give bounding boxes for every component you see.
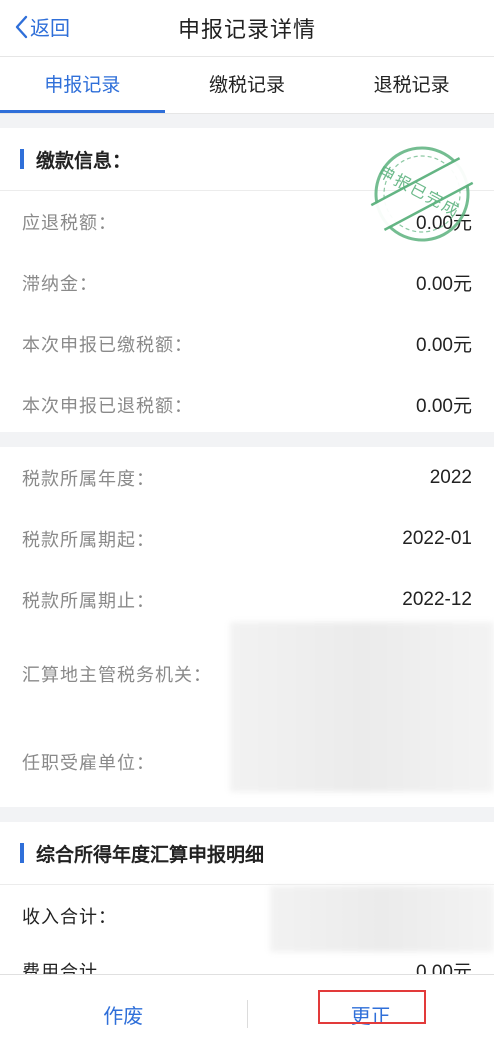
row-label: 汇算地主管税务机关： <box>22 661 212 687</box>
row-label: 滞纳金： <box>22 270 98 296</box>
row-value: 2022 <box>430 467 472 489</box>
row-value: 0.00元 <box>416 269 472 296</box>
correct-button-highlight <box>318 990 426 1024</box>
row-value: 0.00元 <box>416 391 472 418</box>
void-button[interactable]: 作废 <box>0 1000 247 1029</box>
row-label: 税款所属期止： <box>22 587 155 613</box>
row-value: 0.00元 <box>416 957 472 974</box>
page-title: 申报记录详情 <box>0 12 494 44</box>
tab-active-indicator <box>0 110 165 113</box>
row-value: 0.00元 <box>416 330 472 357</box>
row-label: 任职受雇单位： <box>22 749 155 775</box>
tab-label: 退税记录 <box>374 74 450 96</box>
section-accent-bar <box>20 843 24 863</box>
period-end-row: 税款所属期止： 2022-12 <box>0 569 494 630</box>
refunded-tax-row: 本次申报已退税额： 0.00元 <box>0 374 494 435</box>
redacted-area <box>230 622 494 792</box>
row-value: 2022-01 <box>402 528 472 550</box>
row-label: 本次申报已缴税额： <box>22 331 193 357</box>
tab-label: 缴税记录 <box>209 74 285 96</box>
section-title: 缴款信息： <box>36 146 131 173</box>
late-fee-row: 滞纳金： 0.00元 <box>0 252 494 313</box>
top-bar: 返回 申报记录详情 <box>0 0 494 57</box>
tax-year-row: 税款所属年度： 2022 <box>0 447 494 508</box>
row-label: 应退税额： <box>22 209 117 235</box>
section-accent-bar <box>20 149 24 169</box>
row-label: 本次申报已退税额： <box>22 392 193 418</box>
tab-declaration-record[interactable]: 申报记录 <box>0 57 165 113</box>
tab-bar: 申报记录 缴税记录 退税记录 <box>0 57 494 114</box>
row-label: 费用合计 <box>22 958 98 975</box>
row-label: 税款所属年度： <box>22 465 155 491</box>
paid-tax-row: 本次申报已缴税额： 0.00元 <box>0 313 494 374</box>
tab-tax-refund-record[interactable]: 退税记录 <box>329 57 494 113</box>
section-header: 综合所得年度汇算申报明细 <box>0 822 494 885</box>
row-value: 2022-12 <box>402 589 472 611</box>
tab-label: 申报记录 <box>44 74 120 96</box>
row-label: 税款所属期起： <box>22 526 155 552</box>
redacted-area <box>270 886 494 952</box>
tab-tax-payment-record[interactable]: 缴税记录 <box>165 57 330 113</box>
row-label: 收入合计： <box>22 903 117 929</box>
section-title: 综合所得年度汇算申报明细 <box>36 840 264 867</box>
period-start-row: 税款所属期起： 2022-01 <box>0 508 494 569</box>
